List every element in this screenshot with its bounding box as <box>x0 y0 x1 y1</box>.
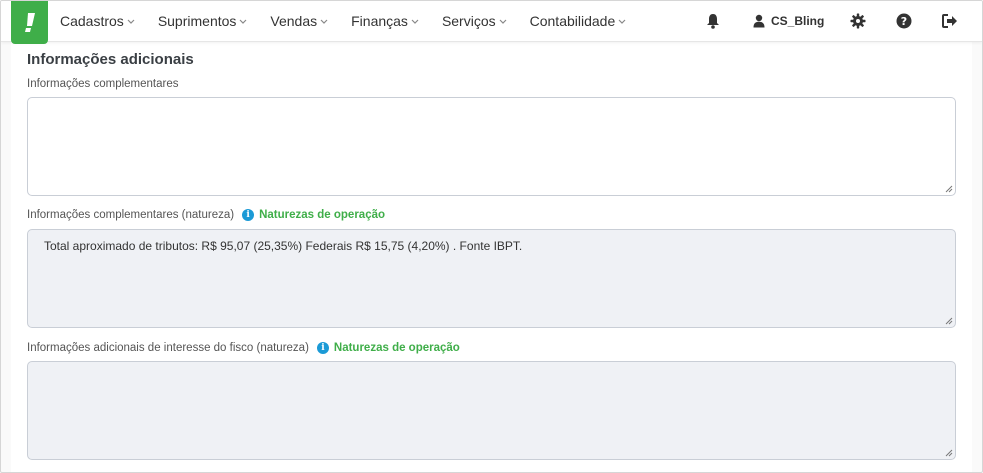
exclamation-logo-icon <box>24 12 35 32</box>
menu-label: Finanças <box>351 13 408 29</box>
field-label-info-fisco: Informações adicionais de interesse do f… <box>27 342 460 354</box>
settings-button[interactable] <box>849 12 867 30</box>
user-name: CS_Bling <box>771 14 825 28</box>
info-icon: i <box>316 342 329 354</box>
menu-label: Serviços <box>441 13 496 29</box>
resize-handle-icon[interactable] <box>945 449 953 457</box>
menu-label: Cadastros <box>60 13 124 29</box>
menu-label: Vendas <box>270 13 318 29</box>
chevron-down-icon <box>618 19 626 24</box>
form-panel: Informações adicionais Informações compl… <box>11 41 972 472</box>
chevron-down-icon <box>411 19 419 24</box>
logout-icon <box>942 14 957 28</box>
label-text: Informações complementares <box>27 78 179 90</box>
menu-financas[interactable]: Finanças <box>351 13 419 29</box>
user-menu[interactable]: CS_Bling <box>753 12 824 30</box>
info-fisco-textarea[interactable] <box>27 361 956 460</box>
logout-button[interactable] <box>941 12 959 30</box>
chevron-down-icon <box>127 19 135 24</box>
info-natureza-textarea[interactable]: Total aproximado de tributos: R$ 95,07 (… <box>27 229 956 328</box>
user-icon <box>753 14 765 28</box>
info-complementares-textarea[interactable] <box>27 97 956 196</box>
chevron-down-icon <box>239 19 247 24</box>
section-title: Informações adicionais <box>27 51 194 68</box>
label-text: Informações adicionais de interesse do f… <box>27 342 309 354</box>
menu-vendas[interactable]: Vendas <box>270 13 328 29</box>
main-menu: Cadastros Suprimentos Vendas Finanças Se… <box>60 1 649 41</box>
resize-handle-icon[interactable] <box>945 185 953 193</box>
help-button[interactable]: ? <box>895 12 913 30</box>
bell-icon <box>707 14 719 29</box>
menu-label: Suprimentos <box>157 13 237 29</box>
textarea-value: Total aproximado de tributos: R$ 95,07 (… <box>44 239 523 253</box>
chevron-down-icon <box>499 19 507 24</box>
naturezas-link[interactable]: i Naturezas de operação <box>316 342 460 354</box>
app-window: Cadastros Suprimentos Vendas Finanças Se… <box>0 0 983 473</box>
resize-handle-icon[interactable] <box>945 317 953 325</box>
gear-icon <box>850 13 866 29</box>
menu-servicos[interactable]: Serviços <box>442 13 507 29</box>
menu-label: Contabilidade <box>529 13 616 29</box>
field-label-info-complementares: Informações complementares <box>27 78 178 90</box>
link-text: Naturezas de operação <box>333 342 460 354</box>
info-icon: i <box>242 209 255 221</box>
top-navbar: Cadastros Suprimentos Vendas Finanças Se… <box>1 1 982 44</box>
menu-cadastros[interactable]: Cadastros <box>60 13 135 29</box>
field-label-info-natureza: Informações complementares (natureza) i … <box>27 209 385 221</box>
help-icon: ? <box>896 13 912 29</box>
menu-contabilidade[interactable]: Contabilidade <box>530 13 627 29</box>
naturezas-link[interactable]: i Naturezas de operação <box>242 209 385 221</box>
svg-text:?: ? <box>901 15 907 28</box>
menu-suprimentos[interactable]: Suprimentos <box>158 13 248 29</box>
chevron-down-icon <box>320 19 328 24</box>
notifications-button[interactable] <box>704 12 722 30</box>
bling-logo[interactable] <box>11 1 48 44</box>
label-text: Informações complementares (natureza) <box>27 209 235 221</box>
link-text: Naturezas de operação <box>259 209 386 221</box>
